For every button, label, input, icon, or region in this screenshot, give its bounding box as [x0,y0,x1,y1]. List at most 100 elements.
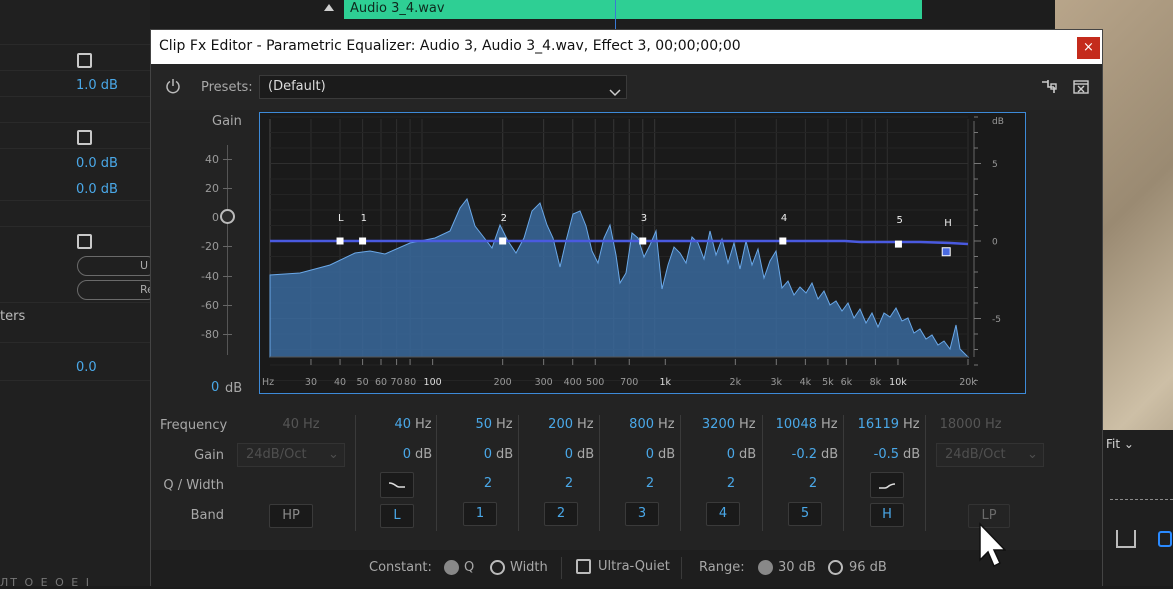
presets-dropdown[interactable]: (Default) [259,75,627,99]
constant-width-radio[interactable] [490,560,505,575]
band-2-q-value[interactable]: 2 [557,476,581,491]
constant-q-radio[interactable] [444,560,459,575]
bypass-checkbox[interactable] [77,53,92,68]
range-30db-radio[interactable] [758,560,773,575]
presets-label: Presets: [201,80,253,95]
band-l-button[interactable]: L [380,504,414,528]
param-value[interactable]: 1.0 dB [76,78,118,93]
frequency-row-label: Frequency [160,418,228,433]
band-2-frequency-unit: Hz [577,417,594,432]
band-4-frequency-value[interactable]: 3200 [675,417,735,432]
gain-slider-mark [223,159,232,160]
eq-node-handle[interactable] [894,240,902,248]
chevron-down-icon [609,82,621,101]
eq-node-handle[interactable] [941,247,951,257]
hp-slope-select[interactable]: 24dB/Oct ⌄ [237,443,345,467]
scroll-up-icon[interactable] [324,4,334,11]
lp-frequency-value[interactable]: 18000 [921,417,981,432]
band-4-q-value[interactable]: 2 [719,476,743,491]
band-3-gain-value[interactable]: 0 [594,447,654,462]
band-l-frequency-value[interactable]: 40 [351,417,411,432]
band-5-button[interactable]: 5 [788,502,822,526]
hp-frequency-value[interactable]: 40 [239,417,299,432]
low-shelf-icon[interactable] [380,472,414,498]
column-divider [355,415,356,531]
column-divider [925,415,926,531]
gain-title: Gain [212,114,242,129]
band-4-gain-value[interactable]: 0 [675,447,735,462]
band-5-q-value[interactable]: 2 [801,476,825,491]
band-h-frequency-value[interactable]: 16119 [839,417,899,432]
hp-band-button[interactable]: HP [269,504,313,528]
param-value[interactable]: 0.0 dB [76,182,118,197]
footer-divider [681,557,682,579]
band-1-gain-value[interactable]: 0 [432,447,492,462]
band-1-gain-unit: dB [496,447,514,462]
frequency-tick-label: 100 [424,377,442,388]
band-2-gain-value[interactable]: 0 [513,447,573,462]
lp-slope-value: 24dB/Oct [945,447,1006,462]
db-scale-ticks: 1050-5-10-15 [974,116,1007,393]
band-1-button[interactable]: 1 [463,502,497,526]
playhead[interactable] [615,0,616,30]
master-gain-unit: dB [225,381,243,396]
frequency-tick-label: 700 [620,377,638,388]
reset-button[interactable]: Re [77,280,157,300]
save-preset-icon[interactable] [1041,79,1057,98]
band-l-gain-value[interactable]: 0 [351,447,411,462]
band-3-q-value[interactable]: 2 [638,476,662,491]
power-icon[interactable] [165,78,181,98]
gain-slider-mark [223,305,232,306]
zoom-fit-select[interactable]: Fit ⌄ [1106,437,1134,451]
band-h-frequency-unit: Hz [903,417,920,432]
master-gain-value[interactable]: 0 [211,380,219,395]
audio-clip[interactable]: Audio 3_4.wav [344,0,922,19]
eq-response-curve[interactable] [270,239,969,246]
eq-graph[interactable]: dB 1050-5-10-15 Hz3040506070801002003004… [259,112,1026,394]
param-value[interactable]: 0.0 [76,360,97,375]
db-tick-label: -5 [992,315,1001,325]
eq-node-handle[interactable] [336,237,344,245]
band-h-gain-unit: dB [903,447,921,462]
param-value[interactable]: 0.0 dB [76,156,118,171]
gain-slider-knob[interactable] [220,209,235,224]
panel-divider [0,380,150,381]
range-label: Range: [699,560,745,575]
eq-node-handle[interactable] [639,237,647,245]
range-96db-radio[interactable] [828,560,843,575]
gain-slider-mark [223,334,232,335]
eq-node-handle[interactable] [359,237,367,245]
band-1-q-value[interactable]: 2 [476,476,500,491]
band-5-gain-value[interactable]: -0.2 [757,447,817,462]
panel-divider [0,342,150,343]
ultra-quiet-checkbox[interactable] [576,559,591,574]
edit-button[interactable]: U [77,256,157,276]
bypass-checkbox[interactable] [77,130,92,145]
band-4-button[interactable]: 4 [706,502,740,526]
bypass-checkbox[interactable] [77,234,92,249]
title-bar[interactable]: Clip Fx Editor - Parametric Equalizer: A… [151,30,1102,64]
band-1-frequency-value[interactable]: 50 [432,417,492,432]
panel-divider [0,302,150,303]
band-h-gain-value[interactable]: -0.5 [839,447,899,462]
gain-tick: -20 [201,240,219,253]
gain-slider-track[interactable] [227,145,228,355]
frequency-tick-label: 50 [357,377,369,388]
band-2-button[interactable]: 2 [544,502,578,526]
band-3-frequency-value[interactable]: 800 [594,417,654,432]
panel-divider [0,200,150,201]
close-button[interactable]: × [1077,37,1100,59]
eq-node-handle[interactable] [499,237,507,245]
high-shelf-icon[interactable] [870,472,904,498]
delete-preset-icon[interactable] [1073,79,1089,98]
monitor-ruler[interactable] [1110,494,1173,500]
insert-icon[interactable] [1158,531,1172,547]
band-5-frequency-value[interactable]: 10048 [757,417,817,432]
band-3-button[interactable]: 3 [625,502,659,526]
eq-node-handle[interactable] [779,237,787,245]
lp-slope-select[interactable]: 24dB/Oct ⌄ [936,443,1044,467]
band-2-frequency-value[interactable]: 200 [513,417,573,432]
band-h-button[interactable]: H [870,503,904,527]
export-frame-icon[interactable] [1116,530,1136,548]
frequency-tick-label: 200 [494,377,512,388]
